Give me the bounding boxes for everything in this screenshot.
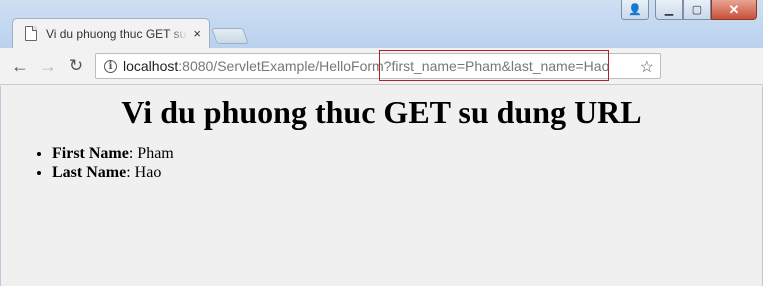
item-value: : Pham bbox=[128, 145, 174, 162]
item-label: First Name bbox=[52, 145, 129, 162]
back-arrow-icon[interactable]: ← bbox=[10, 56, 30, 76]
bookmark-star-icon[interactable]: ☆ bbox=[640, 57, 654, 77]
page-heading: Vi du phuong thuc GET su dung URL bbox=[121, 94, 642, 130]
list-item: Last Name: Hao bbox=[52, 163, 762, 182]
close-window-button[interactable]: ✕ bbox=[711, 0, 757, 20]
window-controls: 👤 ▁ ▢ ✕ bbox=[621, 0, 757, 20]
maximize-button[interactable]: ▢ bbox=[683, 0, 711, 20]
page-content: Vi du phuong thuc GET su dung URL First … bbox=[0, 86, 763, 286]
url-highlight-box bbox=[379, 50, 609, 81]
minimize-button[interactable]: ▁ bbox=[655, 0, 683, 20]
browser-tab[interactable]: Vi du phuong thuc GET su dung URL × bbox=[12, 18, 210, 48]
parameter-list: First Name: Pham Last Name: Hao bbox=[1, 144, 762, 182]
new-tab-button[interactable] bbox=[211, 28, 249, 44]
forward-arrow-icon[interactable]: → bbox=[38, 56, 58, 76]
url-host: localhost bbox=[123, 58, 179, 74]
reload-icon[interactable]: ↻ bbox=[66, 56, 86, 76]
info-icon[interactable]: i bbox=[104, 59, 117, 73]
document-icon bbox=[25, 26, 37, 41]
window-titlebar: 👤 ▁ ▢ ✕ Vi du phuong thuc GET su dung UR… bbox=[0, 0, 763, 48]
list-item: First Name: Pham bbox=[52, 144, 762, 163]
item-value: : Hao bbox=[126, 164, 162, 181]
item-label: Last Name bbox=[52, 164, 127, 181]
tab-close-icon[interactable]: × bbox=[193, 26, 201, 41]
user-icon[interactable]: 👤 bbox=[621, 0, 649, 20]
tab-title: Vi du phuong thuc GET su dung URL bbox=[45, 26, 187, 41]
